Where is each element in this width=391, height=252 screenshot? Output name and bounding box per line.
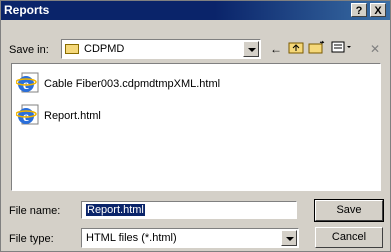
back-arrow-icon[interactable]: ← — [267, 40, 285, 58]
file-type-value: HTML files (*.html) — [86, 232, 177, 244]
file-name-value: Report.html — [86, 204, 145, 216]
save-in-label: Save in: — [9, 44, 49, 56]
new-folder-icon[interactable] — [308, 40, 326, 58]
file-type-label: File type: — [9, 233, 54, 245]
help-button[interactable]: ? — [351, 3, 367, 17]
chevron-down-icon[interactable] — [243, 41, 259, 57]
delete-icon[interactable]: ✕ — [366, 40, 384, 58]
up-folder-icon[interactable] — [287, 40, 305, 58]
save-button[interactable]: Save — [314, 199, 384, 222]
dialog-title: Reports — [4, 3, 50, 17]
chevron-down-icon[interactable] — [281, 230, 297, 246]
file-name: Cable Fiber003.cdpmdtmpXML.html — [44, 78, 221, 90]
save-dialog: Reports ? X Save in: CDPMD ← ✕ e Cable F… — [0, 0, 391, 252]
file-name-label: File name: — [9, 205, 61, 217]
file-name: Report.html — [44, 110, 101, 122]
cancel-button[interactable]: Cancel — [315, 227, 383, 248]
save-in-value: CDPMD — [84, 43, 125, 55]
file-list[interactable]: e Cable Fiber003.cdpmdtmpXML.html e Repo… — [11, 63, 381, 191]
file-name-field[interactable]: Report.html — [81, 201, 297, 219]
ie-html-icon: e — [15, 72, 40, 94]
view-menu-icon[interactable] — [330, 40, 354, 58]
title-bar: Reports ? X — [1, 1, 390, 20]
ie-html-icon: e — [15, 104, 40, 126]
file-type-dropdown[interactable]: HTML files (*.html) — [81, 228, 299, 248]
close-button[interactable]: X — [370, 3, 386, 17]
save-in-dropdown[interactable]: CDPMD — [61, 39, 261, 59]
folder-icon — [65, 44, 79, 54]
